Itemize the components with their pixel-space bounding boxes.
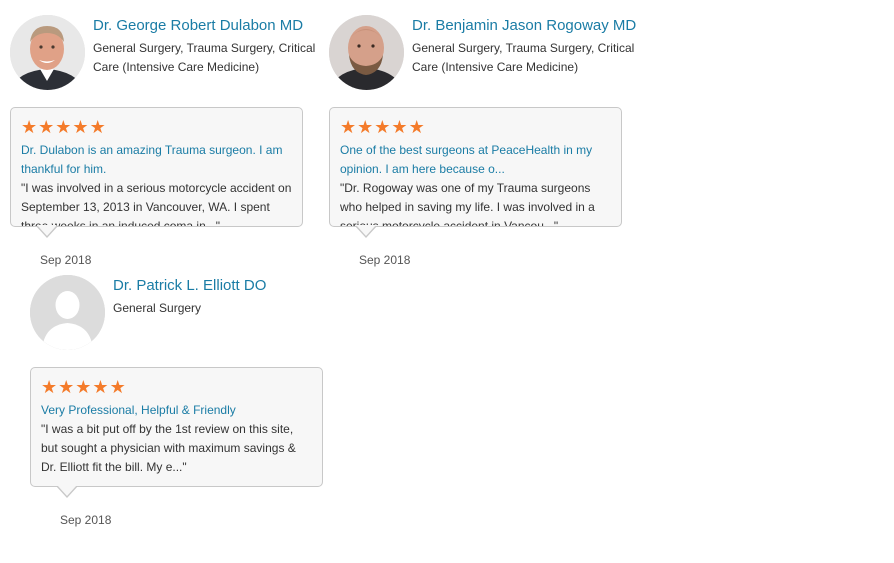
- review-bubble: ★★★★★ Very Professional, Helpful & Frien…: [30, 367, 323, 487]
- star-icon: ★: [391, 117, 408, 137]
- review-excerpt: "I was a bit put off by the 1st review o…: [41, 422, 296, 474]
- avatar-photo[interactable]: [10, 15, 85, 90]
- doctor-photo-icon: [10, 15, 85, 90]
- star-icon: ★: [357, 117, 374, 137]
- doctor-name-link[interactable]: Dr. Benjamin Jason Rogoway MD: [412, 17, 636, 34]
- star-icon: ★: [374, 117, 391, 137]
- avatar-placeholder[interactable]: [30, 275, 105, 350]
- avatar-photo[interactable]: [329, 15, 404, 90]
- review-bubble: ★★★★★ One of the best surgeons at PeaceH…: [329, 107, 622, 227]
- review-excerpt: "Dr. Rogoway was one of my Trauma surgeo…: [340, 181, 595, 227]
- review-excerpt: "I was involved in a serious motorcycle …: [21, 181, 292, 227]
- review-bubble: ★★★★★ Dr. Dulabon is an amazing Trauma s…: [10, 107, 303, 227]
- review-date: Sep 2018: [40, 253, 92, 267]
- doctor-name-link[interactable]: Dr. George Robert Dulabon MD: [93, 17, 303, 34]
- doctor-photo-icon: [329, 15, 404, 90]
- review-title-link[interactable]: Dr. Dulabon is an amazing Trauma surgeon…: [21, 141, 292, 179]
- star-icon: ★: [89, 117, 106, 137]
- star-rating: ★★★★★: [21, 118, 292, 136]
- doctor-specialty: General Surgery: [113, 301, 202, 315]
- star-rating: ★★★★★: [41, 378, 312, 396]
- star-icon: ★: [41, 377, 58, 397]
- review-date: Sep 2018: [60, 513, 112, 527]
- star-icon: ★: [408, 117, 425, 137]
- star-icon: ★: [55, 117, 72, 137]
- review-title-link[interactable]: Very Professional, Helpful & Friendly: [41, 401, 312, 420]
- star-icon: ★: [38, 117, 55, 137]
- star-icon: ★: [58, 377, 75, 397]
- bubble-pointer-fill: [37, 225, 57, 236]
- person-silhouette-icon: [30, 275, 105, 350]
- star-icon: ★: [340, 117, 357, 137]
- star-icon: ★: [72, 117, 89, 137]
- bubble-pointer-fill: [57, 485, 77, 496]
- review-date: Sep 2018: [359, 253, 411, 267]
- star-icon: ★: [21, 117, 38, 137]
- star-rating: ★★★★★: [340, 118, 611, 136]
- star-icon: ★: [75, 377, 92, 397]
- bubble-pointer-fill: [356, 225, 376, 236]
- review-title-link[interactable]: One of the best surgeons at PeaceHealth …: [340, 141, 611, 179]
- doctor-specialty: General Surgery, Trauma Surgery, Critica…: [93, 41, 316, 74]
- doctor-name-link[interactable]: Dr. Patrick L. Elliott DO: [113, 277, 266, 294]
- doctor-specialty: General Surgery, Trauma Surgery, Critica…: [412, 41, 635, 74]
- star-icon: ★: [92, 377, 109, 397]
- star-icon: ★: [109, 377, 126, 397]
